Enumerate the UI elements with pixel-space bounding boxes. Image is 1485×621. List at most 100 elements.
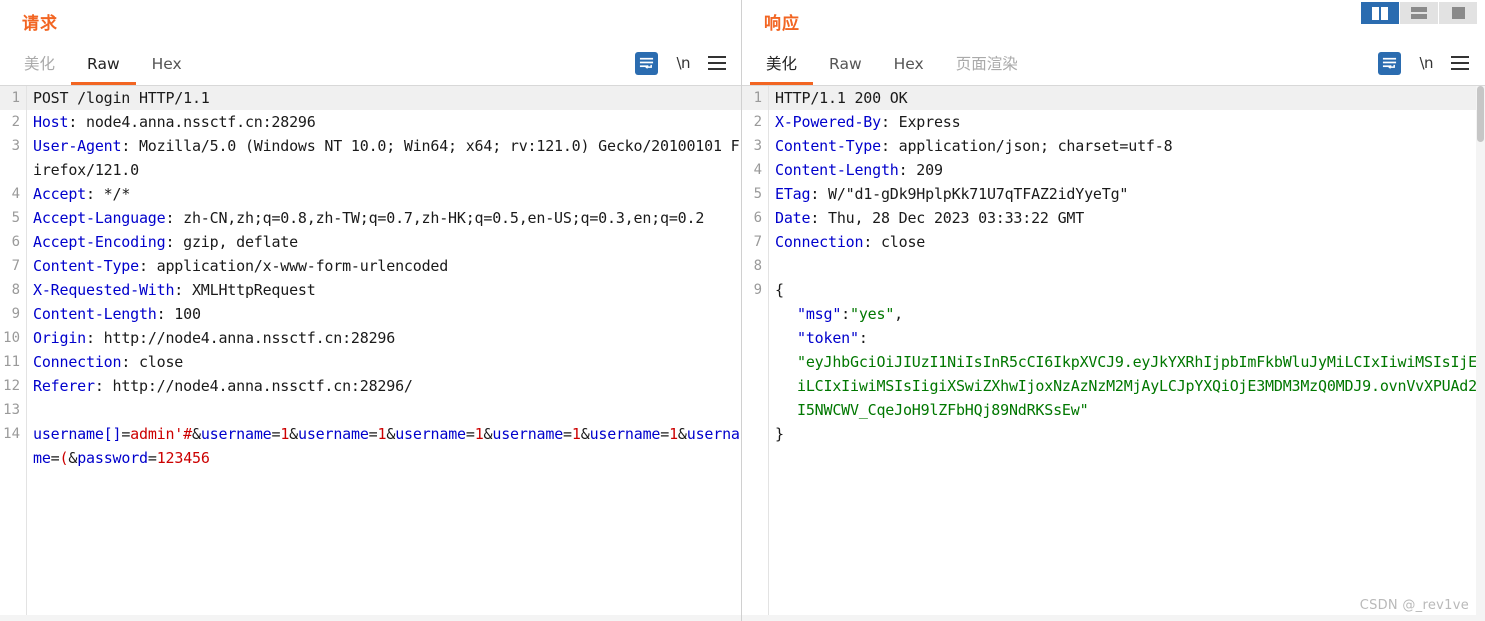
line-number: 10 [3, 330, 20, 346]
request-panel-title: 请求 [0, 0, 742, 42]
code-token: = [121, 425, 131, 443]
code-token: Accept-Language [33, 209, 166, 227]
line-content[interactable]: User-Agent: Mozilla/5.0 (Windows NT 10.0… [26, 134, 742, 182]
code-line: 2 Host: node4.anna.nssctf.cn:28296 [0, 110, 742, 134]
menu-icon[interactable] [1451, 56, 1469, 70]
tab-request-raw[interactable]: Raw [71, 45, 136, 85]
single-view-button[interactable] [1439, 2, 1477, 24]
tab-request-beautify[interactable]: 美化 [8, 45, 71, 85]
line-content[interactable]: Content-Length: 209 [768, 158, 1485, 182]
response-horizontal-scrollbar[interactable] [742, 615, 1485, 621]
response-code-area[interactable]: 1 HTTP/1.1 200 OK 2 X-Powered-By: Express 3 C… [742, 86, 1485, 621]
line-content[interactable]: Referer: http://node4.anna.nssctf.cn:282… [26, 374, 742, 398]
newline-icon[interactable]: \n [1419, 54, 1433, 72]
line-number: 9 [753, 282, 762, 298]
request-title-text: 请求 [22, 13, 58, 34]
tab-response-hex[interactable]: Hex [878, 45, 940, 85]
code-line: 4 Accept: */* [0, 182, 742, 206]
response-scroll-thumb[interactable] [1477, 86, 1484, 142]
code-line: 6 Accept-Encoding: gzip, deflate [0, 230, 742, 254]
code-token: & [677, 425, 687, 443]
code-token: 1 [280, 425, 290, 443]
line-content[interactable]: Accept: */* [26, 182, 742, 206]
tab-response-raw[interactable]: Raw [813, 45, 878, 85]
code-line: 11 Connection: close [0, 350, 742, 374]
line-content[interactable]: Content-Type: application/x-www-form-url… [26, 254, 742, 278]
code-line: "eyJhbGciOiJIUzI1NiIsInR5cCI6IkpXVCJ9.ey… [742, 350, 1485, 422]
line-content[interactable]: } [768, 422, 1485, 446]
line-content[interactable]: Origin: http://node4.anna.nssctf.cn:2829… [26, 326, 742, 350]
code-token: 1 [571, 425, 581, 443]
request-horizontal-scrollbar[interactable] [0, 615, 742, 621]
line-content[interactable]: Host: node4.anna.nssctf.cn:28296 [26, 110, 742, 134]
line-number: 12 [3, 378, 20, 394]
response-code-lines: 1 HTTP/1.1 200 OK 2 X-Powered-By: Express 3 C… [742, 86, 1485, 446]
tab-request-hex[interactable]: Hex [136, 45, 198, 85]
code-line: "token": [742, 326, 1485, 350]
line-content[interactable]: "eyJhbGciOiJIUzI1NiIsInR5cCI6IkpXVCJ9.ey… [768, 350, 1485, 422]
line-number: 2 [753, 114, 762, 130]
line-content[interactable]: username[]=admin'#&username=1&username=1… [26, 422, 742, 470]
line-content[interactable]: Accept-Language: zh-CN,zh;q=0.8,zh-TW;q=… [26, 206, 742, 230]
tab-response-beautify[interactable]: 美化 [750, 45, 814, 85]
line-content[interactable]: X-Requested-With: XMLHttpRequest [26, 278, 742, 302]
split-view-button[interactable] [1361, 2, 1400, 24]
newline-icon[interactable]: \n [676, 54, 690, 72]
word-wrap-icon[interactable] [635, 51, 659, 75]
code-token: , [894, 305, 903, 323]
code-token: : 100 [156, 305, 201, 323]
code-line: 1 HTTP/1.1 200 OK [742, 86, 1485, 110]
response-vertical-scrollbar[interactable] [1476, 86, 1485, 621]
code-token: Content-Type [33, 257, 139, 275]
code-token: Content-Length [33, 305, 157, 323]
code-line: 1 POST /login HTTP/1.1 [0, 86, 742, 110]
request-code-area[interactable]: 1 POST /login HTTP/1.1 2 Host: node4.anna.n… [0, 86, 742, 621]
code-token: Connection [33, 353, 122, 371]
word-wrap-icon[interactable] [1378, 51, 1402, 75]
code-token: : application/json; charset=utf-8 [880, 137, 1173, 155]
line-content[interactable]: "msg":"yes", [768, 302, 1485, 326]
code-line: } [742, 422, 1485, 446]
code-token: & [580, 425, 590, 443]
code-token: : 209 [898, 161, 943, 179]
line-content[interactable]: { [768, 278, 1485, 302]
code-token: & [289, 425, 299, 443]
line-number: 1 [0, 86, 26, 110]
line-content[interactable]: HTTP/1.1 200 OK [768, 86, 1485, 110]
code-token: : close [863, 233, 926, 251]
response-gutter-divider [768, 86, 769, 621]
code-token: : Thu, 28 Dec 2023 03:33:22 GMT [810, 209, 1085, 227]
line-content[interactable]: Date: Thu, 28 Dec 2023 03:33:22 GMT [768, 206, 1485, 230]
response-panel: 响应 美化 Raw Hex 页面渲染 \n 1 HTTP/1.1 200 OK … [742, 0, 1485, 621]
line-content[interactable]: Connection: close [26, 350, 742, 374]
code-token: password [77, 449, 148, 467]
line-content[interactable]: Accept-Encoding: gzip, deflate [26, 230, 742, 254]
code-token: Content-Type [775, 137, 881, 155]
line-content[interactable]: POST /login HTTP/1.1 [26, 86, 742, 110]
tab-response-render[interactable]: 页面渲染 [940, 45, 1034, 85]
single-view-icon [1451, 7, 1465, 19]
code-token: = [465, 425, 475, 443]
code-token: & [191, 425, 201, 443]
line-number: 9 [11, 306, 20, 322]
line-number: 8 [753, 258, 762, 274]
line-number: 4 [753, 162, 762, 178]
request-panel: 请求 美化 Raw Hex \n 1 POST /login HTTP/1.1 … [0, 0, 742, 621]
line-number: 7 [11, 258, 20, 274]
code-line: 5 Accept-Language: zh-CN,zh;q=0.8,zh-TW;q… [0, 206, 742, 230]
code-token: X-Requested-With [33, 281, 175, 299]
code-token: : zh-CN,zh;q=0.8,zh-TW;q=0.7,zh-HK;q=0.5… [165, 209, 705, 227]
code-token: username[] [33, 425, 122, 443]
stacked-view-button[interactable] [1400, 2, 1439, 24]
response-tabs: 美化 Raw Hex 页面渲染 [750, 42, 1034, 85]
line-content[interactable]: Content-Type: application/json; charset=… [768, 134, 1485, 158]
line-content[interactable]: ETag: W/"d1-gDk9HplpKk71U7qTFAZ2idYyeTg" [768, 182, 1485, 206]
menu-icon[interactable] [708, 56, 726, 70]
line-content[interactable]: X-Powered-By: Express [768, 110, 1485, 134]
line-content[interactable]: Connection: close [768, 230, 1485, 254]
request-toolbar: \n [635, 41, 742, 85]
line-content[interactable]: Content-Length: 100 [26, 302, 742, 326]
line-number: 8 [11, 282, 20, 298]
line-content[interactable]: "token": [768, 326, 1485, 350]
code-token: 1 [669, 425, 678, 443]
